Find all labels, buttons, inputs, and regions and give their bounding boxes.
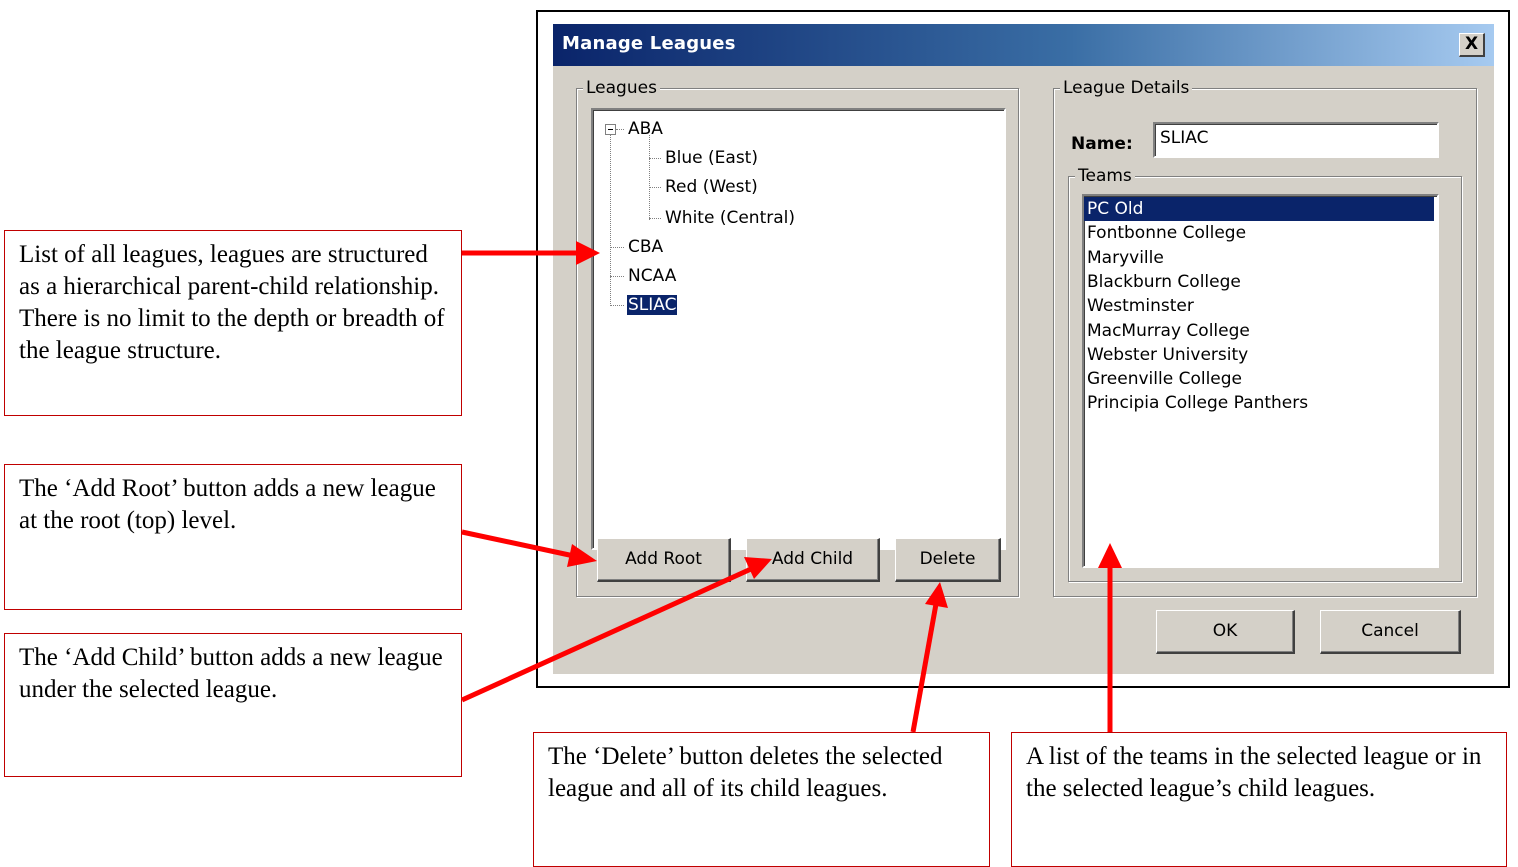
arrow-to-league-tree <box>462 241 600 265</box>
arrow-to-add-root <box>461 529 597 567</box>
callout-arrows <box>460 241 1122 733</box>
arrow-to-teams-list <box>1098 543 1122 732</box>
arrow-to-delete <box>910 582 948 733</box>
arrow-to-add-child <box>460 557 772 703</box>
